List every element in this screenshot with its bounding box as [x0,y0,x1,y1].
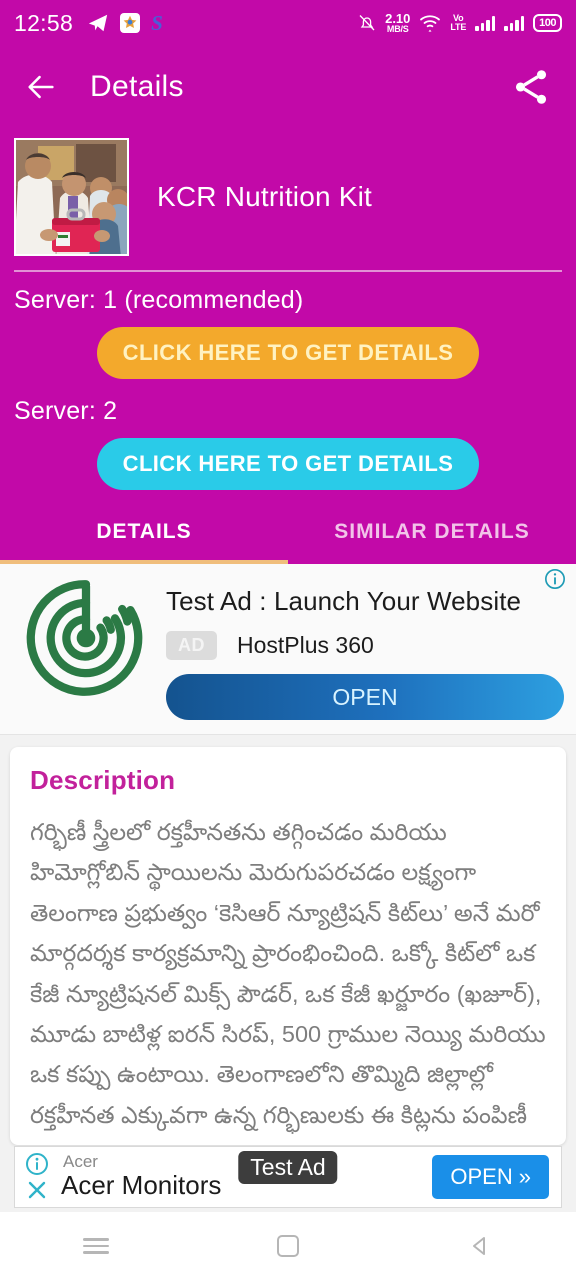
tab-similar-details[interactable]: SIMILAR DETAILS [288,504,576,564]
content-thumbnail [14,138,129,256]
banner-ad-open-label: OPEN [450,1164,513,1189]
wifi-icon [420,15,441,32]
server-1-details-button[interactable]: CLICK HERE TO GET DETAILS [96,327,480,379]
close-icon[interactable] [25,1178,49,1202]
network-speed-unit: MB/S [386,24,409,34]
battery-indicator: 100 [533,14,562,32]
hero-divider [14,270,562,272]
status-bar-clock: 12:58 [14,9,74,36]
ad-open-button[interactable]: OPEN [166,674,564,720]
description-card: Description గర్భిణీ స్త్రీలలో రక్తహీనతను… [10,747,566,1146]
ad-badge: AD [166,631,217,660]
native-ad[interactable]: Test Ad : Launch Your Website AD HostPlu… [0,564,576,735]
banner-ad-controls [15,1147,59,1207]
info-icon[interactable] [25,1152,49,1176]
ad-advertiser: HostPlus 360 [237,632,374,658]
status-bar-notification-icons: S [87,12,163,34]
ad-logo [12,572,160,704]
network-speed-indicator: 2.10 MB/S [385,12,410,34]
star-badge-icon [123,15,137,29]
recents-button[interactable] [66,1226,126,1266]
android-nav-bar [0,1212,576,1280]
tab-bar: DETAILS SIMILAR DETAILS [0,504,576,564]
volte-icon: Vo LTE [450,13,467,33]
back-arrow-icon[interactable] [24,70,58,104]
share-icon[interactable] [510,66,552,108]
home-button[interactable] [258,1226,318,1266]
recents-icon [83,1234,109,1258]
status-bar-system-icons: 2.10 MB/S Vo LTE 100 [358,12,562,34]
back-triangle-icon [473,1237,485,1255]
server-2-label: Server: 2 [14,397,118,425]
content-title: KCR Nutrition Kit [157,181,373,212]
status-bar: 12:58 S 2.10 MB/S Vo LTE 100 [0,0,576,46]
thumbnail-photo [16,140,127,254]
phone-screen: 12:58 S 2.10 MB/S Vo LTE 100 Details KCR… [0,0,576,1280]
volte-bottom: LTE [450,22,467,32]
server-1-label: Server: 1 (recommended) [14,286,304,314]
description-text: గర్భిణీ స్త్రీలలో రక్తహీనతను తగ్గించడం మ… [30,819,546,1128]
banner-ad[interactable]: Acer Acer Monitors Test Ad OPEN » [14,1146,562,1208]
chevron-double-right-icon: » [518,1164,531,1189]
radar-logo-icon [26,580,143,696]
bell-muted-icon [359,15,375,31]
telegram-icon [88,14,108,32]
test-ad-badge: Test Ad [238,1151,338,1184]
hero-section: KCR Nutrition Kit [0,128,576,272]
skype-app-icon: S [151,10,163,35]
signal-strength-sim1-icon [475,15,496,31]
back-button[interactable] [450,1226,510,1266]
server-section: Server: 1 (recommended) CLICK HERE TO GE… [0,272,576,504]
gallery-app-icon [120,13,141,33]
description-heading: Description [30,765,176,795]
signal-strength-sim2-icon [504,15,525,31]
app-bar: Details [0,46,576,128]
page-title: Details [90,70,184,103]
home-icon [277,1235,299,1257]
ad-headline: Test Ad : Launch Your Website [166,586,522,616]
server-2-details-button[interactable]: CLICK HERE TO GET DETAILS [96,438,480,490]
banner-ad-open-button[interactable]: OPEN » [432,1155,549,1199]
tab-details[interactable]: DETAILS [0,504,288,564]
info-icon[interactable] [544,568,566,590]
